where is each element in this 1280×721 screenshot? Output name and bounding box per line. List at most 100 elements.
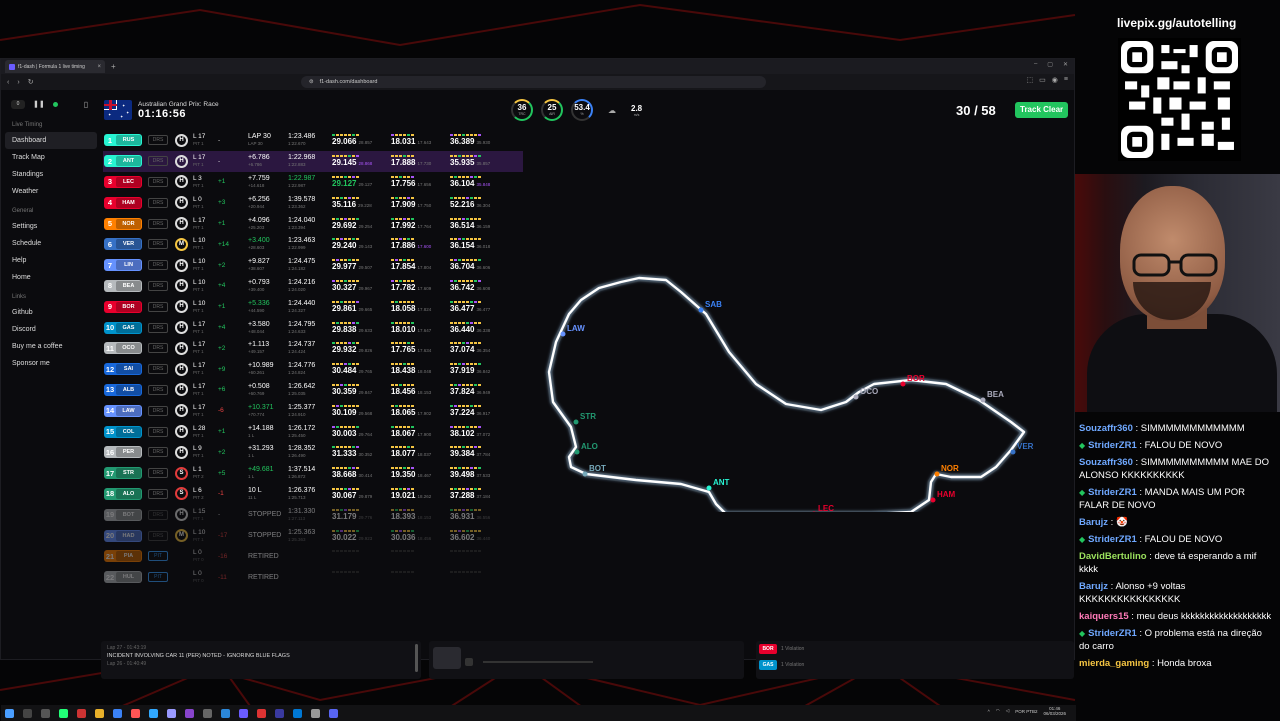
app-icon[interactable] — [257, 708, 266, 718]
nav-github[interactable]: Github — [1, 304, 101, 321]
chat-username[interactable]: Barujz — [1079, 517, 1108, 528]
chat-username[interactable]: DavidBertulino — [1079, 551, 1147, 562]
chat-username[interactable]: StriderZR1 — [1088, 440, 1137, 451]
new-tab-icon[interactable]: + — [111, 62, 116, 71]
chat-username[interactable]: Souzaffr360 — [1079, 423, 1133, 434]
driver-row[interactable]: 18 ALO DRS S L 6 PIT 2 -1 10 L 11 L 1:26… — [103, 484, 523, 505]
forward-icon[interactable]: › — [17, 79, 19, 86]
minimize-icon[interactable]: – — [1034, 61, 1037, 68]
driver-row[interactable]: 10 GAS DRS H L 17 PIT 1 +4 +3.580 +48.04… — [103, 317, 523, 338]
driver-row[interactable]: 14 LAW DRS H L 17 PIT 1 -6 +10.371 +70.7… — [103, 400, 523, 421]
nav-weather[interactable]: Weather — [1, 183, 101, 200]
collapse-sidebar-icon[interactable]: ▯ — [84, 100, 88, 109]
nav-settings[interactable]: Settings — [1, 218, 101, 235]
tray-chevron-icon[interactable]: ^ — [988, 709, 990, 714]
maximize-icon[interactable]: ▢ — [1047, 61, 1053, 68]
nav-help[interactable]: Help — [1, 252, 101, 269]
chat-username[interactable]: Barujz — [1079, 581, 1108, 592]
wifi-icon[interactable]: ◠ — [996, 708, 1000, 714]
volume-icon[interactable]: ◁ — [1006, 708, 1009, 714]
language-indicator[interactable]: POR PTB2 — [1015, 709, 1037, 714]
app-icon[interactable] — [275, 708, 284, 718]
rc-scrollbar[interactable] — [415, 644, 418, 672]
car-marker — [934, 471, 940, 477]
chat-username[interactable]: StriderZR1 — [1088, 487, 1137, 498]
close-window-icon[interactable]: ✕ — [1063, 61, 1068, 68]
driver-row[interactable]: 16 PER DRS H L 9 PIT 1 +2 +31.293 1 L 1:… — [103, 442, 523, 463]
app-icon[interactable] — [113, 708, 122, 718]
chat-username[interactable]: StriderZR1 — [1088, 628, 1137, 639]
chat-text: : Honda broxa — [1149, 658, 1212, 669]
driver-row[interactable]: 4 HAM DRS H L 0 PIT 1 +3 +6.256 +20.944 … — [103, 192, 523, 213]
extensions-icon[interactable]: ⬚ — [1027, 76, 1034, 84]
play-button[interactable] — [465, 658, 473, 666]
qr-code-icon — [1118, 38, 1241, 161]
driver-row[interactable]: 6 VER DRS M L 10 PIT 1 +14 +3.400 +28.60… — [103, 234, 523, 255]
sidebar-toggle-icon[interactable]: ▭ — [1039, 76, 1046, 84]
driver-row[interactable]: 20 HAD DRS M L 10 PIT 1 -17 STOPPED 1:25… — [103, 525, 523, 546]
clock-date[interactable]: 06/03/2026 — [1043, 711, 1066, 716]
driver-row[interactable]: 12 SAI DRS H L 17 PIT 1 +9 +10.989 +60.2… — [103, 359, 523, 380]
premiere-icon[interactable] — [167, 708, 176, 718]
reload-icon[interactable]: ↻ — [28, 78, 34, 86]
app-icon[interactable] — [41, 708, 50, 718]
driver-row[interactable]: 1 RUS DRS H L 17 PIT 1 - LAP 30 LAP 30 1… — [103, 130, 523, 151]
discord-icon[interactable] — [329, 708, 338, 718]
driver-row[interactable]: 17 STR DRS S L 1 PIT 2 +5 +49.681 1 L 1:… — [103, 463, 523, 484]
driver-position: 7 — [107, 260, 113, 270]
back-icon[interactable]: ‹ — [7, 79, 9, 86]
driver-row[interactable]: 13 ALB DRS H L 17 PIT 1 +6 +0.508 +60.76… — [103, 380, 523, 401]
driver-row[interactable]: 5 NOR DRS H L 17 PIT 1 +1 +4.096 +25.203… — [103, 213, 523, 234]
driver-row[interactable]: 8 BEA DRS H L 10 PIT 1 +4 +0.793 +39.400… — [103, 276, 523, 297]
nav-home[interactable]: Home — [1, 269, 101, 286]
driver-row[interactable]: 22 HUL PIT L 0 PIT 0 -11 RETIRED — [103, 567, 523, 588]
task-view-icon[interactable] — [23, 708, 32, 718]
driver-row[interactable]: 2 ANT DRS H L 17 PIT 1 - +6.786 +6.786 1… — [103, 150, 523, 172]
brave-icon[interactable] — [131, 708, 140, 718]
folder-icon[interactable] — [95, 708, 104, 718]
app-icon[interactable] — [185, 708, 194, 718]
chat-username[interactable]: kaiquers15 — [1079, 611, 1129, 622]
driver-row[interactable]: 21 PIA PIT L 0 PIT 0 -16 RETIRED — [103, 546, 523, 567]
driver-row[interactable]: 15 COL DRS H L 28 PIT 1 +1 +14.188 1 L 1… — [103, 421, 523, 442]
nav-buy-coffee[interactable]: Buy me a coffee — [1, 338, 101, 355]
nav-dashboard[interactable]: Dashboard — [5, 132, 97, 149]
pause-icon[interactable]: ❚❚ — [33, 100, 45, 108]
driver-row[interactable]: 19 BOT DRS H L 15 PIT 1 - STOPPED 1:31.3… — [103, 504, 523, 525]
menu-icon[interactable]: ≡ — [1064, 76, 1068, 84]
app-icon[interactable] — [221, 708, 230, 718]
chat-username[interactable]: Souzaffr360 — [1079, 457, 1133, 468]
chrome-icon[interactable] — [59, 708, 68, 718]
app-icon[interactable] — [293, 708, 302, 718]
nav-discord[interactable]: Discord — [1, 321, 101, 338]
profile-icon[interactable]: ◉ — [1052, 76, 1058, 84]
app-icon[interactable] — [203, 708, 212, 718]
driver-row[interactable]: 11 OCO DRS H L 17 PIT 1 +2 +1.113 +49.15… — [103, 338, 523, 359]
nav-track-map[interactable]: Track Map — [1, 149, 101, 166]
url-field[interactable]: ⊜ f1-dash.com/dashboard — [301, 76, 766, 88]
app-icon[interactable] — [77, 708, 86, 718]
driver-row[interactable]: 9 BOR DRS H L 10 PIT 1 +1 +5.336 +44.590… — [103, 296, 523, 317]
best-lap: 1:22.999 — [288, 245, 306, 251]
chat-username[interactable]: StriderZR1 — [1088, 534, 1137, 545]
site-info-icon[interactable]: ⊜ — [309, 79, 314, 85]
nav-standings[interactable]: Standings — [1, 166, 101, 183]
rain-icon: ☁ — [608, 105, 616, 115]
app-icon[interactable] — [239, 708, 248, 718]
close-tab-icon[interactable]: × — [97, 64, 101, 70]
sector-time: 30.036 — [391, 532, 416, 542]
tyre-compound-icon: H — [175, 154, 188, 168]
audio-progress[interactable] — [483, 661, 593, 663]
chat-username[interactable]: mierda_gaming — [1079, 658, 1149, 669]
nav-schedule[interactable]: Schedule — [1, 235, 101, 252]
driver-row[interactable]: 3 LEC DRS H L 3 PIT 1 +1 +7.759 +14.618 … — [103, 172, 523, 193]
start-icon[interactable] — [5, 708, 14, 718]
nav-sponsor[interactable]: Sponsor me — [1, 355, 101, 372]
browser-tab[interactable]: f1-dash | Formula 1 live timing × — [5, 60, 105, 73]
app-icon[interactable] — [311, 708, 320, 718]
sector-time: 37.919 — [450, 366, 475, 376]
photoshop-icon[interactable] — [149, 708, 158, 718]
driver-position: 16 — [105, 447, 115, 457]
positions-gained: +6 — [218, 386, 226, 394]
driver-row[interactable]: 7 LIN DRS H L 10 PIT 1 +2 +9.827 +38.607… — [103, 255, 523, 276]
